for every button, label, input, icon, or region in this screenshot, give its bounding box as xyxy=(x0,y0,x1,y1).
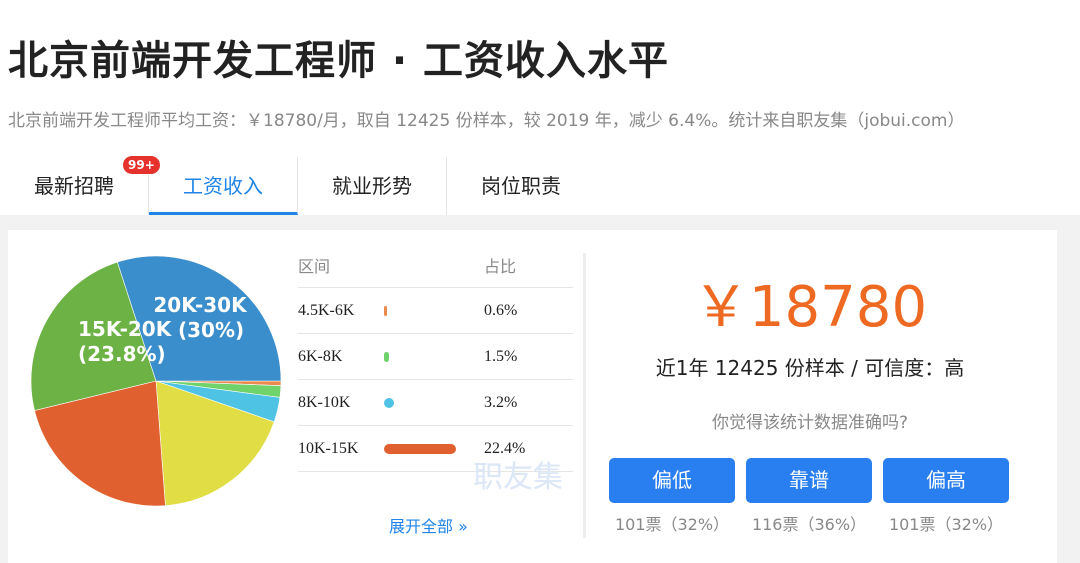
tab-label: 就业形势 xyxy=(332,174,412,198)
percent-value: 0.6% xyxy=(484,301,518,319)
vote-count: 101票（32%） xyxy=(888,515,1004,534)
vote-group: 偏低 101票（32%） 靠谱 116票（36%） 偏高 101票（32%） xyxy=(609,458,1009,535)
tab-latest-jobs[interactable]: 最新招聘 99+ xyxy=(0,155,161,215)
average-salary: ￥18780 xyxy=(692,275,928,340)
salary-pie-chart: 20K-30K(30%)15K-20K(23.8%) xyxy=(30,255,282,507)
percent-bar xyxy=(384,305,387,316)
header-range: 区间 xyxy=(298,257,331,276)
table-row: 6K-8K 1.5% xyxy=(298,334,573,380)
tab-label: 最新招聘 xyxy=(34,174,114,198)
vote-count: 116票（36%） xyxy=(751,515,867,534)
table-header: 区间 占比 xyxy=(298,252,573,288)
pie-data-label: (23.8%) xyxy=(78,342,166,366)
watermark: 职友集 xyxy=(473,460,563,495)
pie-data-label: (30%) xyxy=(178,318,244,342)
tab-bar: 最新招聘 99+ 工资收入 就业形势 岗位职责 xyxy=(0,155,595,215)
divider xyxy=(583,253,586,538)
pie-data-label: 15K-20K xyxy=(78,317,173,341)
accuracy-question: 你觉得该统计数据准确吗? xyxy=(711,413,909,433)
vote-count: 101票（32%） xyxy=(614,515,730,534)
percent-bar xyxy=(384,351,389,362)
tab-label: 工资收入 xyxy=(183,174,263,198)
tab-salary[interactable]: 工资收入 xyxy=(149,157,298,215)
pie-data-label: 20K-30K xyxy=(153,293,248,317)
vote-accurate-button[interactable]: 靠谱 xyxy=(746,458,872,503)
percent-bar xyxy=(384,443,456,454)
range-label: 6K-8K xyxy=(298,347,343,365)
range-label: 10K-15K xyxy=(298,439,359,457)
page-title: 北京前端开发工程师 · 工资收入水平 xyxy=(8,38,670,84)
vote-low-button[interactable]: 偏低 xyxy=(609,458,735,503)
tab-duties[interactable]: 岗位职责 xyxy=(447,157,595,215)
range-label: 8K-10K xyxy=(298,393,351,411)
tab-label: 岗位职责 xyxy=(481,174,561,198)
header-percent: 占比 xyxy=(484,257,517,276)
percent-value: 1.5% xyxy=(484,347,518,365)
sample-info: 近1年 12425 份样本 / 可信度：高 xyxy=(655,356,965,380)
salary-range-table: 区间 占比 4.5K-6K 0.6% 6K-8K 1.5% 8K-10K 3.2% 10K-1… xyxy=(298,252,573,472)
percent-value: 3.2% xyxy=(484,393,518,411)
table-row: 8K-10K 3.2% xyxy=(298,380,573,426)
range-label: 4.5K-6K xyxy=(298,301,355,319)
tab-employment[interactable]: 就业形势 xyxy=(298,157,447,215)
page-subtitle: 北京前端开发工程师平均工资：￥18780/月，取自 12425 份样本，较 20… xyxy=(8,111,965,131)
expand-all-link[interactable]: 展开全部 » xyxy=(389,513,468,537)
table-row: 4.5K-6K 0.6% xyxy=(298,288,573,334)
vote-high-button[interactable]: 偏高 xyxy=(883,458,1009,503)
percent-bar xyxy=(384,397,395,408)
